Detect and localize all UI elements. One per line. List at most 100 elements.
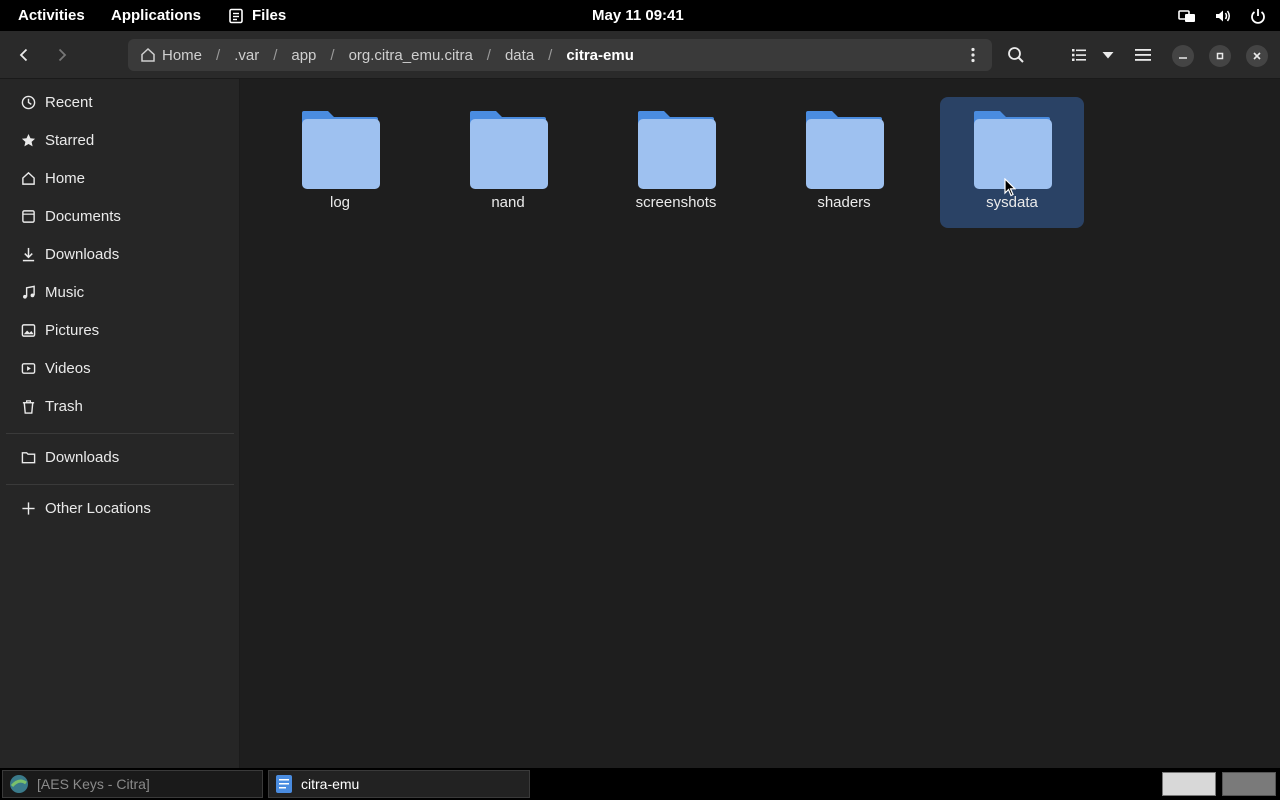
chevron-down-icon: [1102, 52, 1114, 59]
plus-icon: [20, 500, 36, 516]
breadcrumb-separator: /: [216, 46, 221, 64]
close-button[interactable]: [1246, 45, 1268, 67]
sidebar-item-other-locations[interactable]: Other Locations: [6, 490, 234, 526]
file-name: shaders: [817, 194, 871, 211]
files-app-icon: [229, 8, 243, 23]
breadcrumb-separator: /: [548, 46, 553, 64]
folder-icon: [302, 111, 380, 189]
maximize-button[interactable]: [1209, 45, 1231, 67]
sidebar-item-label: Downloads: [45, 245, 120, 263]
folder-icon: [20, 449, 36, 465]
taskbar-item-citra-emu[interactable]: citra-emu: [268, 770, 530, 798]
taskbar-item-aes-keys[interactable]: [AES Keys - Citra]: [2, 770, 263, 798]
power-icon: [1251, 8, 1265, 24]
sidebar-item-label: Videos: [45, 359, 91, 377]
folder-item-sysdata[interactable]: sysdata: [940, 97, 1084, 228]
hamburger-icon: [1135, 49, 1151, 61]
header-bar: Home / .var / app / org.citra_emu.citra …: [0, 31, 1280, 79]
breadcrumb-var[interactable]: .var: [234, 47, 259, 64]
sidebar-divider: [6, 484, 234, 485]
file-name: log: [329, 194, 351, 211]
search-button[interactable]: [1000, 39, 1032, 71]
folder-item-log[interactable]: log: [268, 97, 412, 228]
sidebar-item-label: Documents: [45, 207, 121, 225]
breadcrumb-separator: /: [273, 46, 278, 64]
files-app-label: Files: [252, 7, 287, 24]
taskbar: [AES Keys - Citra] citra-emu: [0, 768, 1280, 800]
taskbar-item-label: citra-emu: [301, 776, 360, 792]
chevron-right-icon: [58, 48, 67, 62]
volume-icon: [1216, 10, 1230, 21]
files-app-menu[interactable]: Files: [228, 0, 286, 31]
sidebar-item-starred[interactable]: Starred: [6, 122, 234, 158]
folder-icon: [806, 111, 884, 189]
home-icon: [141, 47, 155, 62]
files-app-icon: [276, 775, 292, 793]
breadcrumb-separator: /: [486, 46, 491, 64]
view-options-button[interactable]: [1066, 39, 1120, 71]
breadcrumb-data[interactable]: data: [505, 47, 534, 64]
sidebar-item-recent[interactable]: Recent: [6, 84, 234, 120]
kebab-menu-icon: [971, 47, 975, 63]
breadcrumb-org-citra[interactable]: org.citra_emu.citra: [349, 47, 473, 64]
breadcrumb-separator: /: [330, 46, 335, 64]
path-menu-button[interactable]: [962, 44, 984, 66]
file-view[interactable]: log nand screenshots shaders sysdata: [241, 79, 1280, 768]
sidebar-item-pictures[interactable]: Pictures: [6, 312, 234, 348]
sidebar-item-documents[interactable]: Documents: [6, 198, 234, 234]
sidebar-item-downloads[interactable]: Downloads: [6, 236, 234, 272]
chevron-left-icon: [19, 48, 28, 62]
network-icon: [1178, 9, 1195, 22]
list-view-icon: [1072, 49, 1086, 61]
mouse-cursor-icon: [1004, 178, 1016, 197]
sidebar-item-bookmark-downloads[interactable]: Downloads: [6, 439, 234, 475]
main-menu-button[interactable]: [1127, 39, 1159, 71]
close-icon: [1253, 52, 1261, 60]
sidebar-item-home[interactable]: Home: [6, 160, 234, 196]
breadcrumb-home[interactable]: Home: [140, 47, 202, 64]
music-icon: [20, 284, 36, 300]
back-button[interactable]: [8, 39, 40, 71]
sidebar-item-videos[interactable]: Videos: [6, 350, 234, 386]
minimize-button[interactable]: [1172, 45, 1194, 67]
sidebar-item-label: Music: [45, 283, 85, 301]
sidebar-item-label: Starred: [45, 131, 95, 149]
sidebar-item-label: Pictures: [45, 321, 100, 339]
sidebar-item-label: Trash: [45, 397, 83, 415]
download-icon: [20, 246, 36, 262]
file-name: nand: [491, 194, 525, 211]
folder-item-screenshots[interactable]: screenshots: [604, 97, 748, 228]
star-icon: [20, 132, 36, 148]
forward-button[interactable]: [46, 39, 78, 71]
sidebar-item-label: Downloads: [45, 448, 120, 466]
sidebar-item-label: Home: [45, 169, 86, 187]
folder-item-nand[interactable]: nand: [436, 97, 580, 228]
sidebar-item-label: Other Locations: [45, 499, 151, 517]
sidebar-item-trash[interactable]: Trash: [6, 388, 234, 424]
sidebar-item-music[interactable]: Music: [6, 274, 234, 310]
breadcrumb-app[interactable]: app: [291, 47, 316, 64]
home-icon: [20, 170, 36, 186]
workspace-2[interactable]: [1222, 772, 1276, 796]
sidebar-divider: [6, 433, 234, 434]
picture-icon: [20, 322, 36, 338]
minimize-icon: [1179, 57, 1187, 59]
sidebar: Recent Starred Home Documents Downloads …: [0, 79, 240, 768]
path-bar[interactable]: Home / .var / app / org.citra_emu.citra …: [128, 39, 992, 71]
applications-menu[interactable]: Applications: [111, 0, 201, 31]
folder-icon: [638, 111, 716, 189]
folder-item-shaders[interactable]: shaders: [772, 97, 916, 228]
system-tray[interactable]: [1178, 0, 1266, 31]
clock[interactable]: May 11 09:41: [592, 0, 684, 31]
video-icon: [20, 360, 36, 376]
document-icon: [20, 208, 36, 224]
search-icon: [1008, 47, 1024, 63]
taskbar-item-label: [AES Keys - Citra]: [37, 776, 150, 792]
sidebar-item-label: Recent: [45, 93, 93, 111]
workspace-1[interactable]: [1162, 772, 1216, 796]
file-name: screenshots: [635, 194, 717, 211]
breadcrumb-label: Home: [162, 46, 203, 64]
activities-button[interactable]: Activities: [18, 0, 85, 31]
citra-app-icon: [10, 775, 28, 793]
breadcrumb-current[interactable]: citra-emu: [566, 47, 634, 64]
